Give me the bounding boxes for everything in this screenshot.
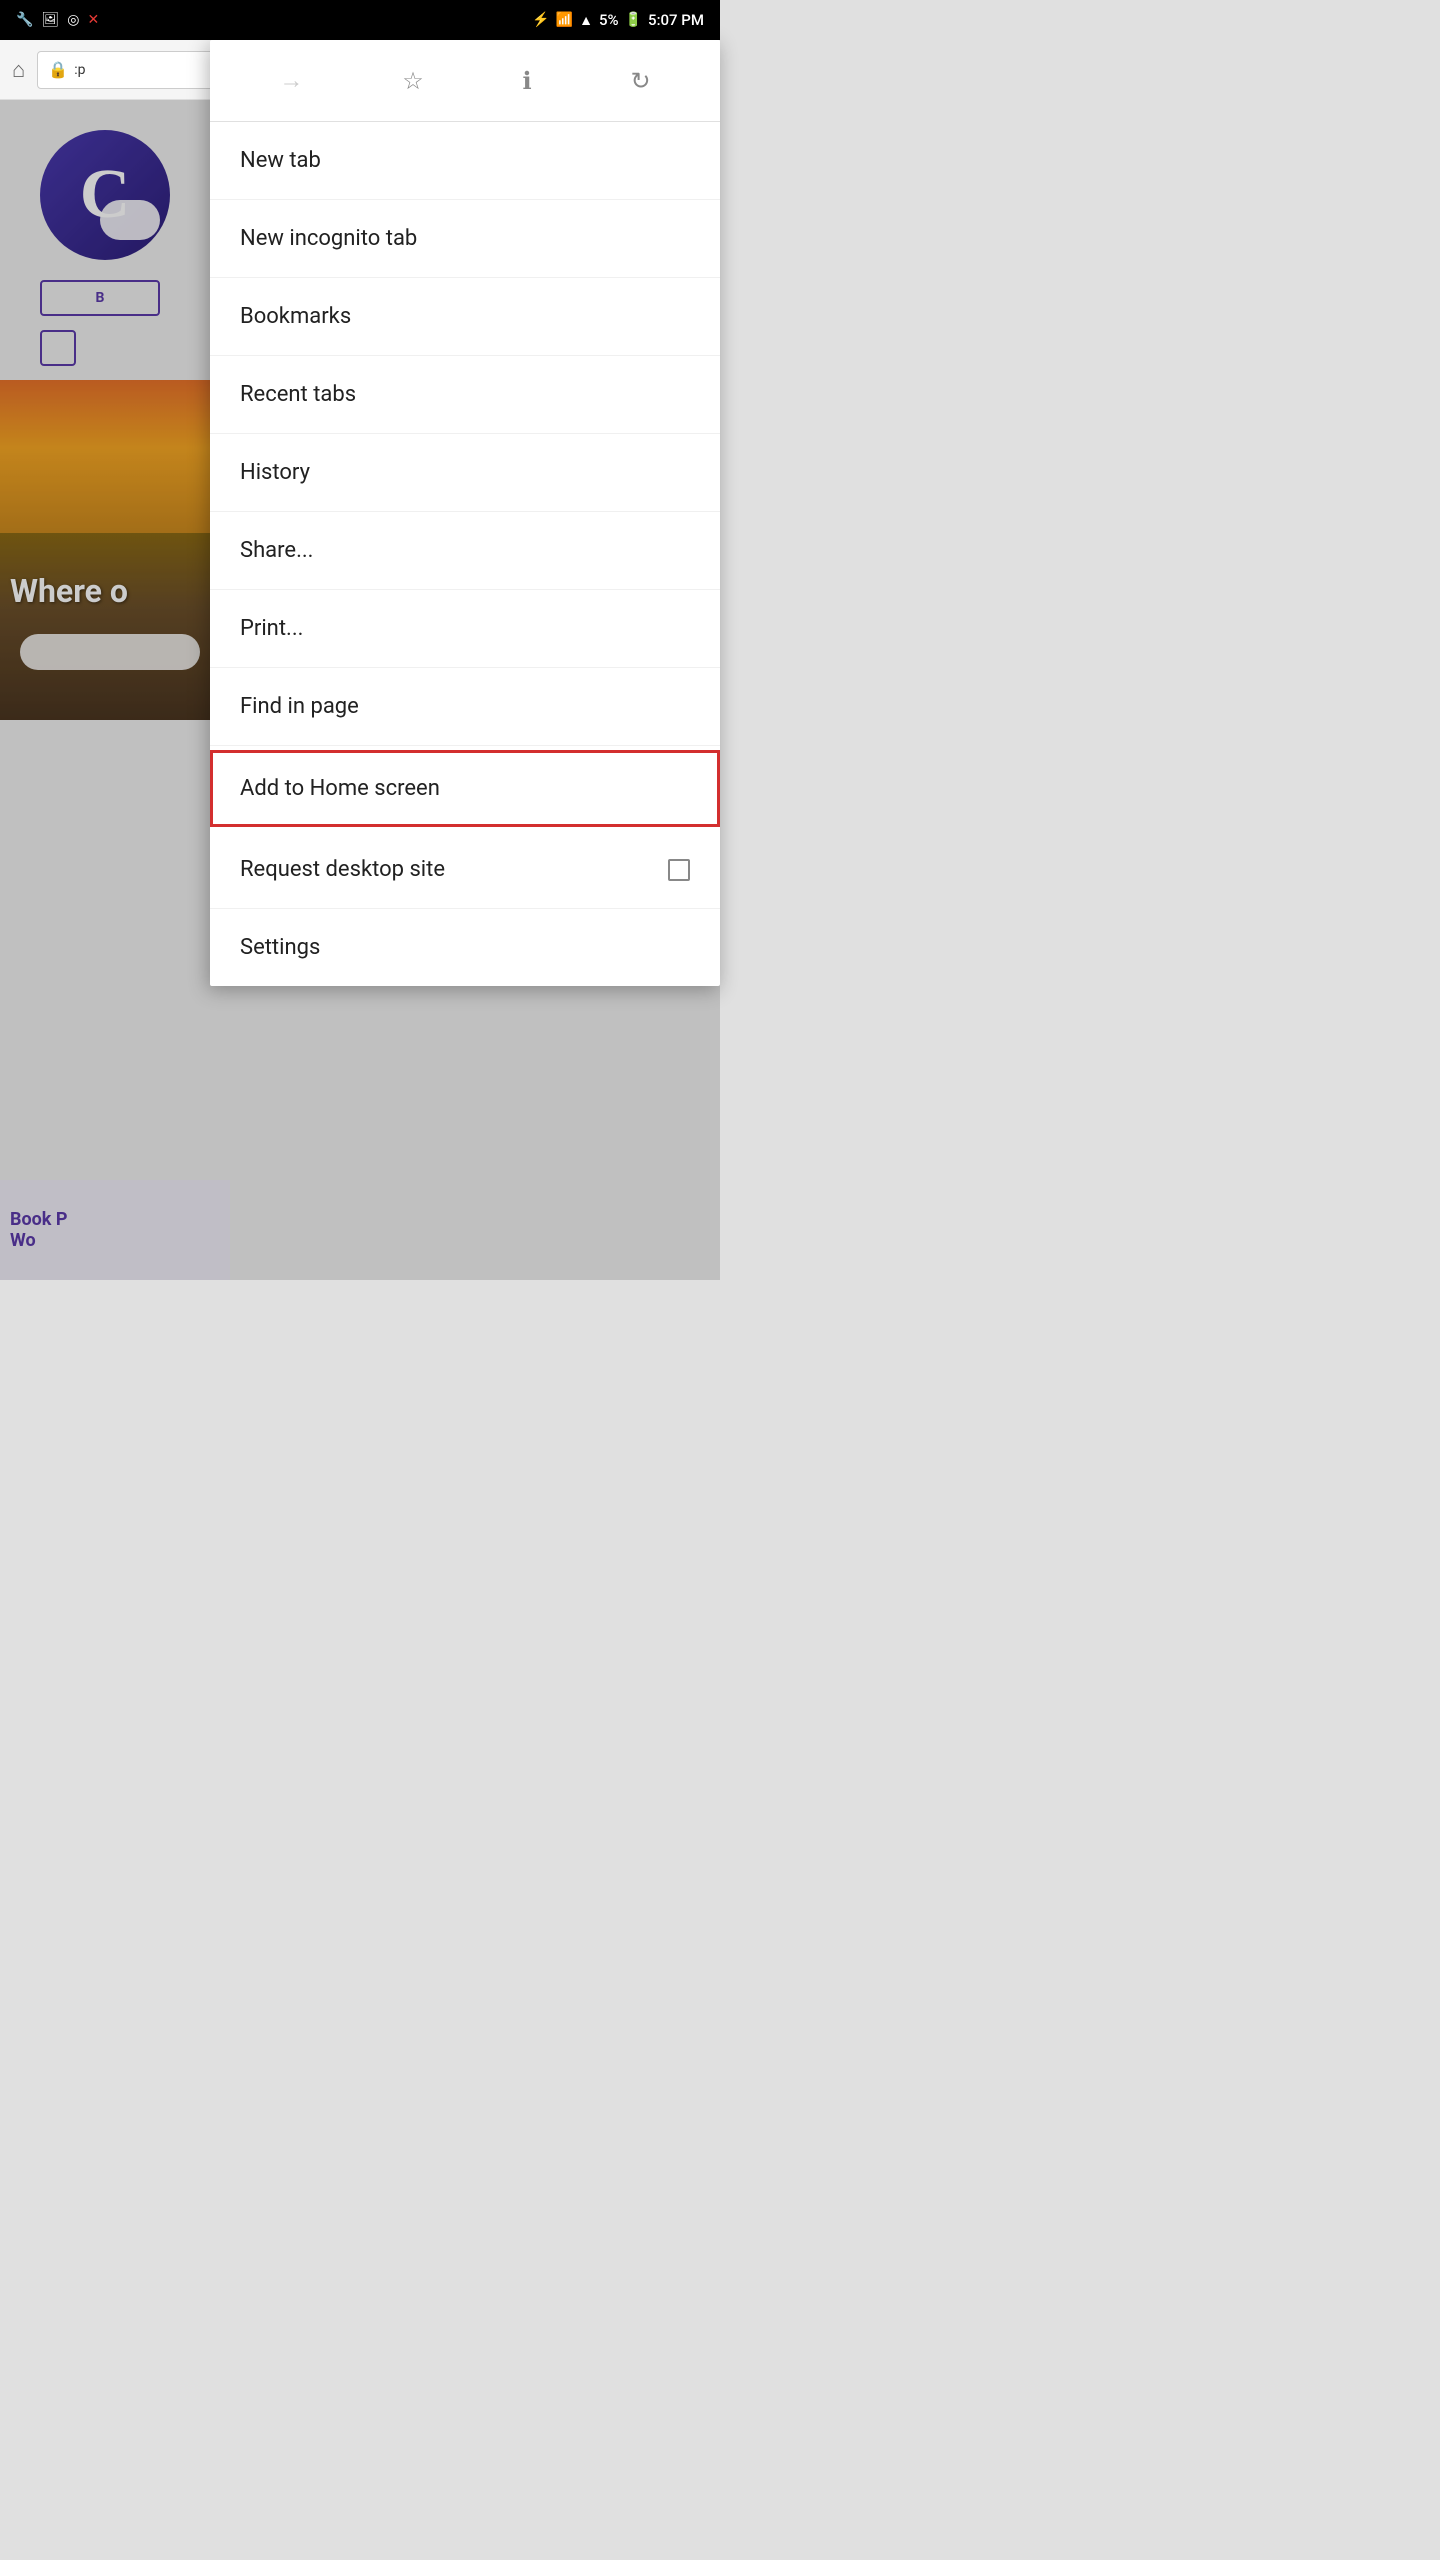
- battery-icon: 🔋: [625, 12, 642, 28]
- menu-item-find-in-page[interactable]: Find in page: [210, 668, 720, 746]
- desktop-site-checkbox[interactable]: [668, 859, 690, 881]
- lock-icon: 🔒: [48, 60, 68, 79]
- menu-item-label: Bookmarks: [240, 304, 351, 329]
- clock: 5:07 PM: [648, 11, 704, 29]
- menu-item-history[interactable]: History: [210, 434, 720, 512]
- menu-item-add-to-home-screen[interactable]: Add to Home screen: [210, 750, 720, 827]
- signal-icon: ▲: [579, 12, 593, 29]
- image-icon: 🖼: [41, 12, 59, 28]
- menu-item-label: Print...: [240, 616, 303, 641]
- status-bar-right-icons: ⚡ 📶 ▲ 5% 🔋 5:07 PM: [532, 11, 704, 29]
- browser-menu: → ☆ ℹ ↻ New tab New incognito tab Bookma…: [210, 40, 720, 986]
- menu-item-label: New incognito tab: [240, 226, 417, 251]
- wifi-icon: 📶: [556, 12, 573, 28]
- menu-item-share[interactable]: Share...: [210, 512, 720, 590]
- bookmark-icon[interactable]: ☆: [394, 59, 432, 103]
- menu-item-label: Add to Home screen: [240, 776, 440, 801]
- wrench-icon: 🔧: [16, 12, 33, 28]
- menu-item-request-desktop-site[interactable]: Request desktop site: [210, 831, 720, 909]
- refresh-icon[interactable]: ↻: [622, 59, 658, 103]
- home-button[interactable]: ⌂: [8, 53, 29, 87]
- info-icon[interactable]: ℹ: [515, 59, 540, 103]
- target-icon: ◎: [67, 12, 79, 28]
- status-bar-left-icons: 🔧 🖼 ◎ ✕: [16, 12, 99, 28]
- menu-item-label: Recent tabs: [240, 382, 356, 407]
- bluetooth-icon: ⚡: [532, 12, 549, 28]
- menu-toolbar: → ☆ ℹ ↻: [210, 40, 720, 122]
- menu-item-print[interactable]: Print...: [210, 590, 720, 668]
- menu-item-new-incognito-tab[interactable]: New incognito tab: [210, 200, 720, 278]
- forward-icon[interactable]: →: [271, 58, 311, 103]
- battery-percent: 5%: [599, 11, 619, 29]
- url-text: :p: [74, 62, 85, 78]
- menu-item-label: Share...: [240, 538, 313, 563]
- menu-item-label: Find in page: [240, 694, 359, 719]
- menu-item-label: Request desktop site: [240, 857, 445, 882]
- alert-icon: ✕: [87, 12, 99, 28]
- menu-item-label: History: [240, 460, 310, 485]
- menu-item-recent-tabs[interactable]: Recent tabs: [210, 356, 720, 434]
- menu-item-label: New tab: [240, 148, 321, 173]
- menu-item-settings[interactable]: Settings: [210, 909, 720, 986]
- status-bar: 🔧 🖼 ◎ ✕ ⚡ 📶 ▲ 5% 🔋 5:07 PM: [0, 0, 720, 40]
- menu-item-label: Settings: [240, 935, 320, 960]
- menu-item-new-tab[interactable]: New tab: [210, 122, 720, 200]
- menu-item-bookmarks[interactable]: Bookmarks: [210, 278, 720, 356]
